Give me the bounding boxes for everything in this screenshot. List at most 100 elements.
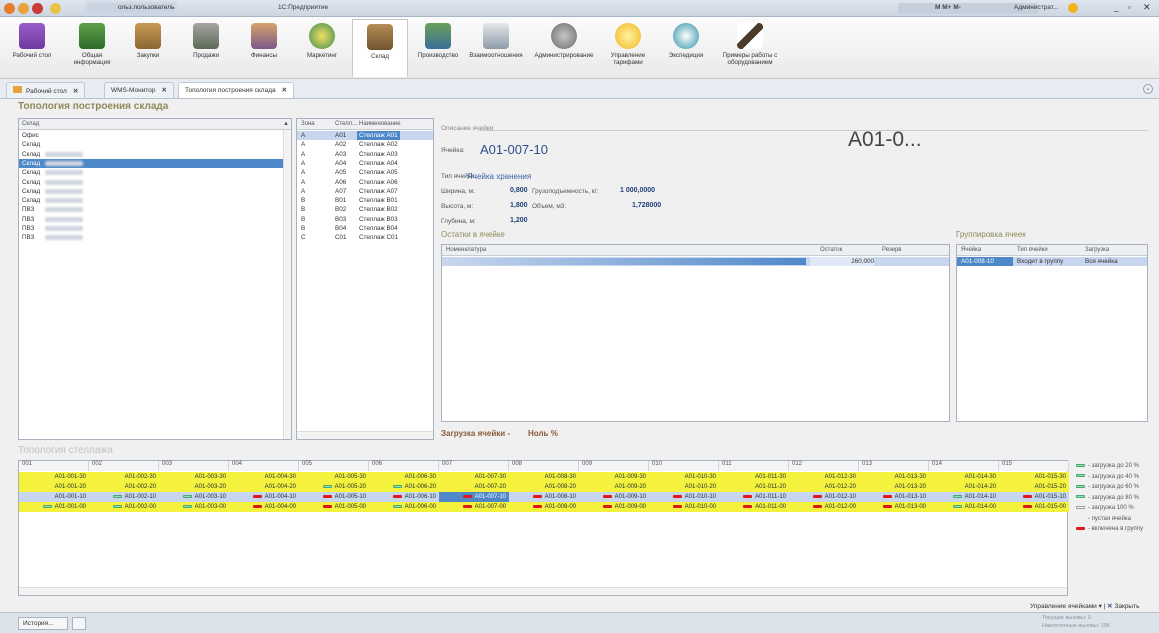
rack-cell[interactable]: A01-009-30	[579, 472, 649, 482]
rack-cell[interactable]: A01-006-30	[369, 472, 439, 482]
rack-cell[interactable]: A01-015-30	[999, 472, 1069, 482]
rack-row[interactable]: A A07 Стеллаж A07	[297, 187, 433, 196]
rack-row[interactable]: C C01 Стеллаж C01	[297, 233, 433, 242]
rack-cell[interactable]: A01-012-10	[789, 492, 859, 502]
favorites-icon[interactable]	[50, 3, 61, 14]
rack-cell[interactable]: A01-015-20	[999, 482, 1069, 492]
rack-cell[interactable]: A01-003-00	[159, 502, 229, 512]
maximize-icon[interactable]: ▫	[1128, 3, 1131, 12]
warehouse-row[interactable]: ПВЗ	[19, 224, 291, 233]
scrollbar[interactable]	[283, 130, 291, 439]
tab-topology[interactable]: Топология построения склада ✕	[178, 82, 295, 98]
section-desktop[interactable]: Рабочий стол	[4, 19, 60, 77]
section-marketing[interactable]: Маркетинг	[294, 19, 350, 77]
rack-cell[interactable]: A01-001-10	[19, 492, 89, 502]
rack-cell[interactable]: A01-007-10	[439, 492, 509, 502]
rack-cell[interactable]: A01-014-00	[929, 502, 999, 512]
rack-row[interactable]: B B02 Стеллаж B02	[297, 205, 433, 214]
rack-cell[interactable]: A01-003-20	[159, 482, 229, 492]
section-warehouse[interactable]: Склад	[352, 19, 408, 77]
rack-cell[interactable]: A01-013-30	[859, 472, 929, 482]
rack-cell[interactable]: A01-009-10	[579, 492, 649, 502]
section-admin[interactable]: Администрирование	[532, 19, 596, 77]
rack-cell[interactable]: A01-006-10	[369, 492, 439, 502]
section-expedition[interactable]: Экспедиция	[658, 19, 714, 77]
section-sales[interactable]: Продажи	[178, 19, 234, 77]
rack-cell[interactable]: A01-009-00	[579, 502, 649, 512]
rack-cell[interactable]: A01-002-20	[89, 482, 159, 492]
tab-desktop[interactable]: Рабочий стол ✕	[6, 82, 86, 98]
warehouse-row[interactable]: Склад	[19, 196, 291, 205]
rack-cell[interactable]: A01-015-10	[999, 492, 1069, 502]
rack-row[interactable]: A A05 Стеллаж A05	[297, 168, 433, 177]
rack-row[interactable]: B B04 Стеллаж B04	[297, 224, 433, 233]
help-icon[interactable]	[1068, 3, 1078, 13]
manage-cells-button[interactable]: Управление ячейками ▾ | ✕ Закрыть	[1030, 602, 1139, 610]
warehouse-row[interactable]: ПВЗ	[19, 233, 291, 242]
warehouse-row[interactable]: Склад	[19, 150, 291, 159]
nav-back-icon[interactable]	[18, 3, 29, 14]
rack-cell[interactable]: A01-006-20	[369, 482, 439, 492]
rack-cell[interactable]: A01-012-20	[789, 482, 859, 492]
table-row[interactable]: A01-008-10 Входит в группу Вся ячейка	[957, 257, 1147, 266]
memory-buttons[interactable]: M M+ M-	[935, 4, 961, 11]
rack-cell[interactable]: A01-005-20	[299, 482, 369, 492]
rack-row[interactable]: A A01 Стеллаж A01	[297, 131, 433, 140]
expand-icon[interactable]: ⌄	[1143, 84, 1153, 94]
rack-row[interactable]: A A02 Стеллаж A02	[297, 140, 433, 149]
rack-cell[interactable]: A01-007-00	[439, 502, 509, 512]
rack-cell[interactable]: A01-012-30	[789, 472, 859, 482]
section-finance[interactable]: Финансы	[236, 19, 292, 77]
section-production[interactable]: Производство	[410, 19, 466, 77]
section-equipment[interactable]: Примеры работы с оборудованием	[718, 19, 782, 77]
rack-cell[interactable]: A01-010-00	[649, 502, 719, 512]
rack-cell[interactable]: A01-015-00	[999, 502, 1069, 512]
rack-cell[interactable]: A01-005-00	[299, 502, 369, 512]
rack-cell[interactable]: A01-011-30	[719, 472, 789, 482]
rack-cell[interactable]: A01-009-20	[579, 482, 649, 492]
section-tariffs[interactable]: Управление тарифами	[600, 19, 656, 77]
rack-cell[interactable]: A01-008-00	[509, 502, 579, 512]
rack-cell[interactable]: A01-004-20	[229, 482, 299, 492]
warehouse-row[interactable]: Склад	[19, 158, 291, 168]
warehouse-row[interactable]: Офис	[19, 131, 291, 140]
rack-cell[interactable]: A01-002-10	[89, 492, 159, 502]
grouping-table[interactable]: Ячейка Тип ячейки Загрузка A01-008-10 Вход…	[956, 244, 1148, 422]
rack-cell[interactable]: A01-006-00	[369, 502, 439, 512]
rack-cell[interactable]: A01-014-10	[929, 492, 999, 502]
rack-cell[interactable]: A01-004-10	[229, 492, 299, 502]
rack-cell[interactable]: A01-004-00	[229, 502, 299, 512]
close-tab-icon[interactable]: ✕	[73, 88, 78, 95]
rack-topology-grid[interactable]: 001 002 003 004 005 006 007 008 009 010 011 012 013 0…	[18, 460, 1069, 596]
rack-cell[interactable]: A01-010-10	[649, 492, 719, 502]
rack-cell[interactable]: A01-005-10	[299, 492, 369, 502]
warehouse-row[interactable]: Склад	[19, 178, 291, 187]
warehouse-row[interactable]: Склад	[19, 187, 291, 196]
rack-cell[interactable]: A01-014-30	[929, 472, 999, 482]
close-tab-icon[interactable]: ✕	[282, 87, 287, 94]
rack-row[interactable]: A A03 Стеллаж A03	[297, 150, 433, 159]
warehouse-row[interactable]: ПВЗ	[19, 215, 291, 224]
rack-cell[interactable]: A01-001-30	[19, 472, 89, 482]
close-window-icon[interactable]: ✕	[1143, 2, 1151, 13]
rack-cell[interactable]: A01-011-00	[719, 502, 789, 512]
rack-cell[interactable]: A01-013-20	[859, 482, 929, 492]
stock-table[interactable]: Номенклатура Остаток Резерв 260,000	[441, 244, 950, 422]
rack-cell[interactable]: A01-005-30	[299, 472, 369, 482]
rack-cell[interactable]: A01-002-30	[89, 472, 159, 482]
rack-cell[interactable]: A01-008-20	[509, 482, 579, 492]
rack-cell[interactable]: A01-010-30	[649, 472, 719, 482]
table-row[interactable]: 260,000	[442, 257, 949, 266]
rack-cell[interactable]: A01-001-20	[19, 482, 89, 492]
warehouse-row[interactable]: Склад	[19, 168, 291, 177]
close-tab-icon[interactable]: ✕	[162, 87, 167, 94]
section-purchases[interactable]: Закупки	[120, 19, 176, 77]
rack-row[interactable]: B B01 Стеллаж B01	[297, 196, 433, 205]
history-button[interactable]: История...	[18, 617, 68, 630]
user-name[interactable]: Администрат...	[1014, 4, 1058, 11]
section-general-info[interactable]: Общая информация	[64, 19, 120, 77]
rack-cell[interactable]: A01-008-30	[509, 472, 579, 482]
rack-row[interactable]: A A06 Стеллаж A06	[297, 178, 433, 187]
rack-cell[interactable]: A01-013-10	[859, 492, 929, 502]
app-logo-icon[interactable]	[4, 3, 15, 14]
